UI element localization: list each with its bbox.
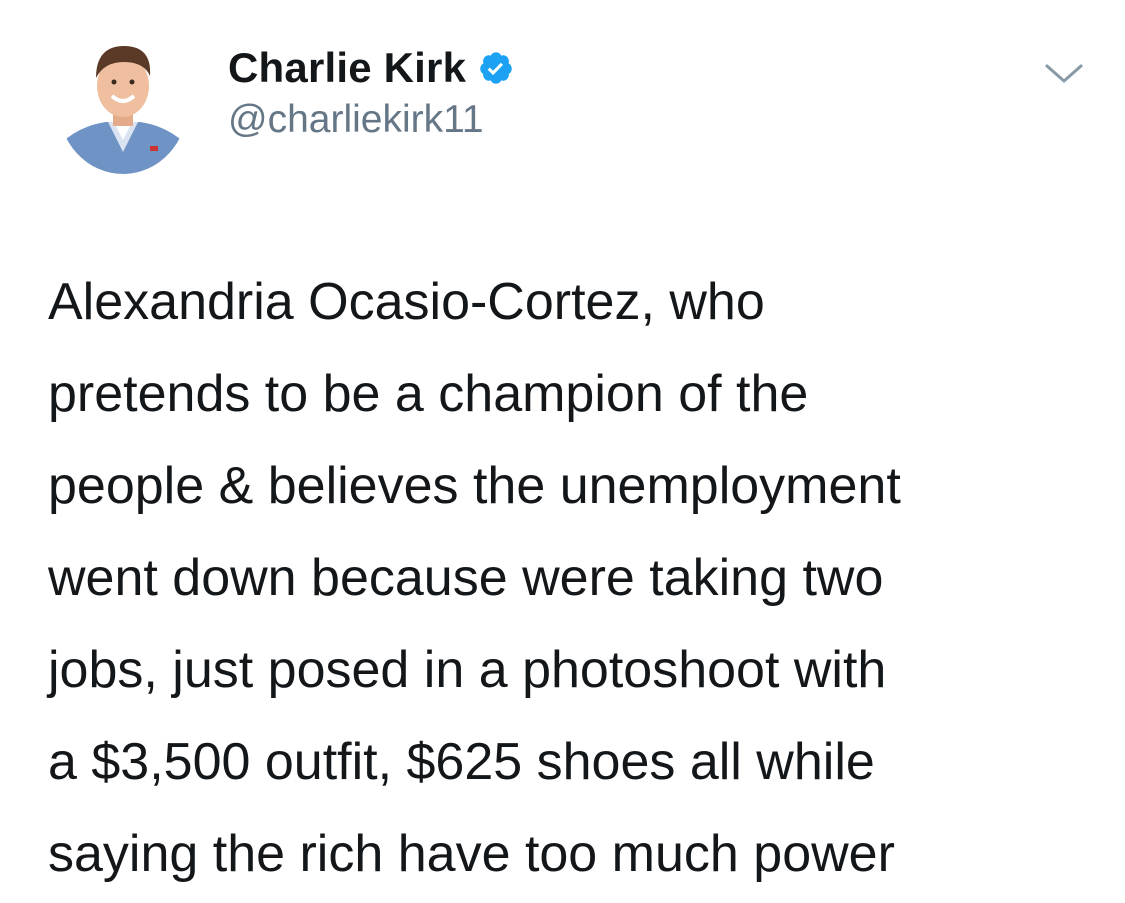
tweet-text-line: went down because were taking two	[48, 549, 884, 607]
chevron-down-icon[interactable]	[1044, 63, 1084, 85]
tweet-text-line: a $3,500 outfit, $625 shoes all while	[48, 733, 875, 791]
tweet-text: Alexandria Ocasio-Cortez, who pretends t…	[48, 256, 1108, 900]
tweet-text-line: saying the rich have too much power	[48, 825, 895, 883]
verified-badge-icon	[478, 50, 514, 86]
tweet-text-line: people & believes the unemployment	[48, 457, 901, 515]
author-name[interactable]: Charlie Kirk	[228, 44, 466, 92]
avatar[interactable]	[58, 34, 188, 174]
tweet-text-line: Alexandria Ocasio-Cortez, who	[48, 273, 765, 331]
profile-photo-icon	[58, 34, 188, 174]
tweet-card: Charlie Kirk @charliekirk11 Alexandria O…	[0, 0, 1125, 903]
tweet-text-line: jobs, just posed in a photoshoot with	[48, 641, 887, 699]
tweet-text-line: pretends to be a champion of the	[48, 365, 809, 423]
author-name-row: Charlie Kirk	[228, 44, 514, 92]
author-handle[interactable]: @charliekirk11	[228, 98, 484, 142]
